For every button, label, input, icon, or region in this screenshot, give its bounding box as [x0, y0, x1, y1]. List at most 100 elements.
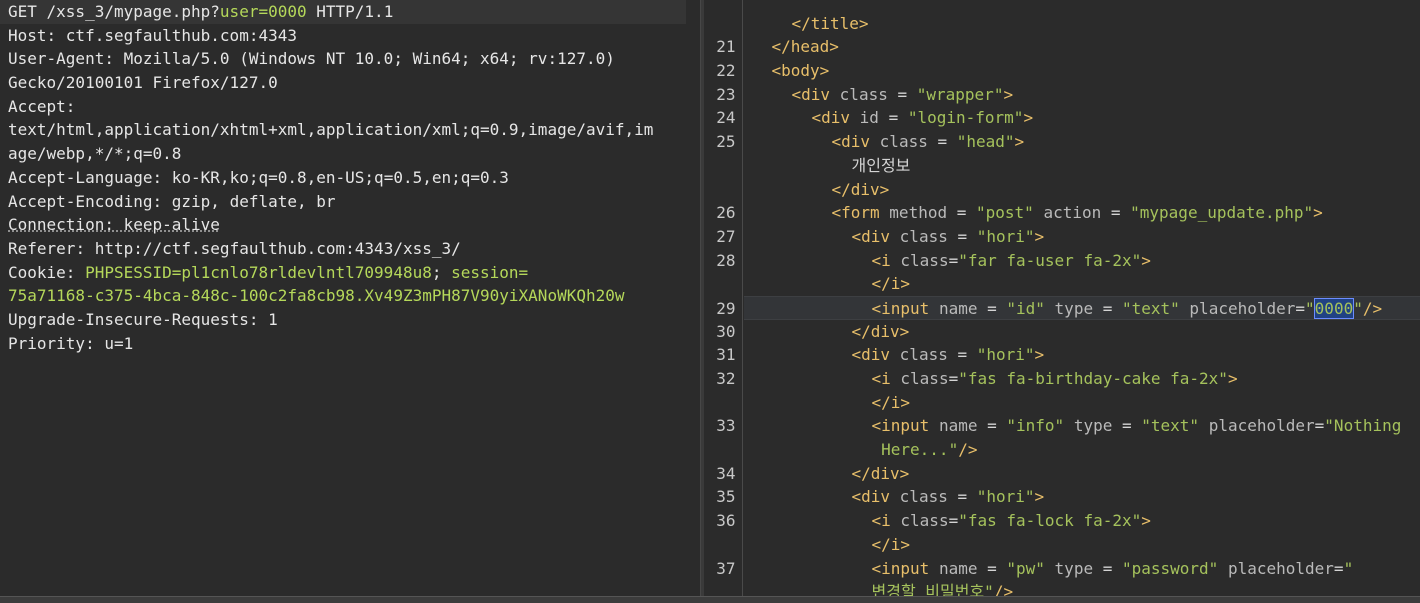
code-line[interactable]: 26 <form method = "post" action = "mypage…	[716, 201, 1420, 225]
request-token: Accept-Encoding	[8, 191, 153, 211]
request-token: GET /xss_3/mypage.php?	[8, 2, 220, 21]
code-text: </i>	[872, 533, 911, 557]
request-line[interactable]: Priority: u=1	[8, 332, 700, 356]
code-token: "	[1353, 298, 1363, 318]
horizontal-scrollbar[interactable]	[0, 596, 1420, 603]
response-editor[interactable]: </title> 21 </head> 22 <body> 23 <div class = …	[703, 0, 1420, 597]
code-token: <div	[851, 345, 900, 365]
code-token: action	[1043, 203, 1102, 223]
code-text: </i>	[872, 272, 911, 296]
code-token: "password"	[1121, 558, 1219, 578]
code-token: =	[1112, 416, 1142, 436]
code-line[interactable]: 36 <i class="fas fa-lock fa-2x">	[716, 509, 1420, 533]
code-line[interactable]	[744, 0, 1420, 12]
code-line[interactable]: 22 <body>	[716, 59, 1420, 83]
code-token: <input	[871, 558, 939, 578]
request-text[interactable]: GET /xss_3/mypage.php?user=0000 HTTP/1.1…	[0, 0, 700, 355]
request-line[interactable]: Upgrade-Insecure-Requests: 1	[8, 308, 700, 332]
code-token: placeholder	[1208, 416, 1315, 436]
request-token: User-Agent	[8, 49, 105, 69]
code-token: >	[1313, 203, 1323, 223]
code-line[interactable]: </i>	[744, 533, 1420, 557]
code-token: =	[947, 487, 977, 507]
request-line[interactable]: Gecko/20100101 Firefox/127.0	[8, 71, 700, 95]
request-line[interactable]: text/html,application/xhtml+xml,applicat…	[8, 118, 700, 142]
code-text: <i class="fas fa-lock fa-2x">	[872, 509, 1151, 533]
code-line[interactable]: 35 <div class = "hori">	[716, 485, 1420, 509]
code-line[interactable]: 변경할 비밀번호"/>	[744, 580, 1420, 597]
line-number: 28	[716, 250, 736, 270]
code-text: Here..."/>	[871, 438, 977, 462]
request-line[interactable]: User-Agent: Mozilla/5.0 (Windows NT 10.0…	[8, 47, 700, 71]
code-line[interactable]: 23 <div class = "wrapper">	[716, 83, 1420, 107]
code-line[interactable]: 30 </div>	[716, 320, 1420, 344]
code-token: <div	[851, 487, 900, 507]
code-token: </div>	[851, 321, 910, 341]
code-line[interactable]: 37 <input name = "pw" type = "password" p…	[716, 557, 1420, 581]
request-line[interactable]: Cookie: PHPSESSID=pl1cnlo78rldevlntl7099…	[8, 261, 700, 285]
code-text: <div class = "hori">	[852, 225, 1045, 249]
code-token: >	[1023, 108, 1034, 128]
code-line[interactable]: 34 </div>	[716, 462, 1420, 486]
code-token: class	[839, 84, 888, 104]
request-line[interactable]: Referer: http://ctf.segfaulthub.com:4343…	[8, 237, 700, 261]
code-line[interactable]: 28 <i class="far fa-user fa-2x">	[716, 249, 1420, 273]
code-line[interactable]: 32 <i class="fas fa-birthday-cake fa-2x">	[716, 367, 1420, 391]
code-token: "text"	[1121, 298, 1180, 318]
code-token: =	[1093, 298, 1122, 318]
request-token: Cookie	[8, 262, 66, 282]
code-token: "hori"	[976, 345, 1035, 365]
code-token: "text"	[1141, 416, 1200, 436]
code-token: 개인정보	[851, 155, 911, 175]
code-token: "fas fa-birthday-cake fa-2x"	[958, 369, 1228, 388]
code-token: >	[1003, 84, 1014, 104]
code-line[interactable]: 개인정보	[744, 154, 1420, 178]
code-line[interactable]: </title>	[744, 12, 1420, 36]
request-line[interactable]: GET /xss_3/mypage.php?user=0000 HTTP/1.1	[0, 0, 686, 24]
code-token: <div	[831, 132, 880, 152]
code-line[interactable]: 25 <div class = "head">	[716, 130, 1420, 154]
request-line[interactable]: Accept-Encoding: gzip, deflate, br	[8, 190, 700, 214]
code-line[interactable]: 33 <input name = "info" type = "text" pla…	[716, 414, 1420, 438]
code-line[interactable]: Here..."/>	[744, 438, 1420, 462]
code-token: =	[927, 132, 957, 152]
code-line[interactable]: </i>	[744, 272, 1420, 296]
code-token: </div>	[851, 463, 910, 483]
code-token: =	[977, 416, 1007, 436]
request-line[interactable]: Accept-Language: ko-KR,ko;q=0.8,en-US;q=…	[8, 166, 700, 190]
code-token: />	[993, 582, 1014, 597]
request-token: user=0000	[219, 2, 307, 21]
request-editor[interactable]: GET /xss_3/mypage.php?user=0000 HTTP/1.1…	[0, 0, 701, 597]
request-line[interactable]: Connection: keep-alive	[8, 213, 700, 237]
code-line[interactable]: 24 <div id = "login-form">	[716, 106, 1420, 130]
code-line[interactable]: 21 </head>	[716, 35, 1420, 59]
request-token: PHPSESSID=pl1cnlo78rldevlntl709948u8	[85, 262, 432, 282]
request-token: Priority	[8, 333, 86, 353]
code-token: Here..."	[871, 440, 959, 460]
request-line[interactable]: Host: ctf.segfaulthub.com:4343	[8, 24, 700, 48]
code-token: <input	[871, 416, 939, 436]
code-line[interactable]: 29 <input name = "id" type = "text" place…	[716, 295, 1420, 320]
code-line[interactable]: 27 <div class = "hori">	[716, 225, 1420, 249]
code-line[interactable]: 31 <div class = "hori">	[716, 343, 1420, 367]
code-token: class	[899, 487, 948, 507]
code-token: class	[879, 132, 928, 152]
code-token: 변경할 비밀번호"	[871, 582, 994, 597]
code-line[interactable]: </div>	[744, 178, 1420, 202]
code-token: name	[938, 298, 978, 318]
code-line[interactable]: </i>	[744, 391, 1420, 415]
line-number: 25	[716, 132, 736, 152]
code-token: name	[938, 558, 978, 578]
request-token: : 1	[248, 309, 278, 329]
code-token: class	[899, 345, 948, 365]
request-line[interactable]: age/webp,*/*;q=0.8	[8, 142, 700, 166]
request-line[interactable]: 75a71168-c375-4bca-848c-100c2fa8cb98.Xv4…	[8, 284, 700, 308]
code-token: "wrapper"	[916, 84, 1004, 104]
response-source[interactable]: </title> 21 </head> 22 <body> 23 <div class = …	[716, 0, 1420, 597]
code-token: type	[1073, 416, 1113, 436]
line-number: 26	[716, 203, 736, 223]
request-token: : ko-KR,ko;q=0.8,en-US;q=0.5,en;q=0.3	[152, 167, 509, 187]
request-token: 75a71168-c375-4bca-848c-100c2fa8cb98.Xv4…	[8, 286, 625, 306]
request-line[interactable]: Accept:	[8, 95, 700, 119]
